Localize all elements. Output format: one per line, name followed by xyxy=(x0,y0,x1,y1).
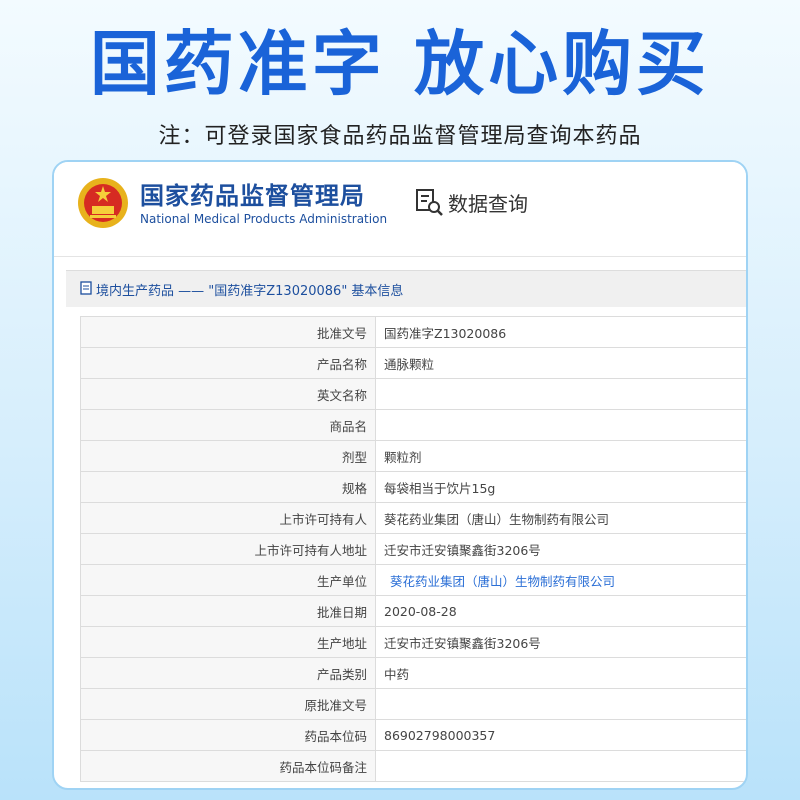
row-label: 批准文号 xyxy=(80,316,376,348)
table-row: 英文名称 xyxy=(80,378,746,410)
row-value xyxy=(375,409,746,441)
row-value: 每袋相当于饮片15g xyxy=(375,471,746,503)
table-row: 原批准文号 xyxy=(80,688,746,720)
row-label: 生产地址 xyxy=(80,626,376,658)
table-row: 上市许可持有人 葵花药业集团（唐山）生物制药有限公司 xyxy=(80,502,746,534)
row-value: 中药 xyxy=(375,657,746,689)
drug-info-table: 批准文号 国药准字Z13020086 产品名称 通脉颗粒 英文名称 商品名 剂型 颗粒… xyxy=(80,316,746,782)
table-row: 批准文号 国药准字Z13020086 xyxy=(80,316,746,348)
row-value: 86902798000357 xyxy=(375,719,746,751)
row-value: 通脉颗粒 xyxy=(375,347,746,379)
table-row: 生产单位 葵花药业集团（唐山）生物制药有限公司 xyxy=(80,564,746,596)
section-title: 境内生产药品 —— "国药准字Z13020086" 基本信息 xyxy=(96,284,404,299)
row-label: 产品名称 xyxy=(80,347,376,379)
national-emblem-icon xyxy=(78,178,128,228)
document-icon xyxy=(80,281,92,295)
site-header: 国家药品监督管理局 National Medical Products Admi… xyxy=(54,162,746,257)
row-value: 葵花药业集团（唐山）生物制药有限公司 xyxy=(375,502,746,534)
query-note: 注：可登录国家食品药品监督管理局查询本药品 xyxy=(158,124,642,149)
row-label: 英文名称 xyxy=(80,378,376,410)
manufacturer-link[interactable]: 葵花药业集团（唐山）生物制药有限公司 xyxy=(375,564,746,596)
nmpa-screenshot-card: 国家药品监督管理局 National Medical Products Admi… xyxy=(52,160,748,790)
site-name-en: National Medical Products Administration xyxy=(140,212,388,226)
data-query-button[interactable]: 数据查询 xyxy=(414,186,528,218)
row-value xyxy=(375,750,746,782)
row-value: 迁安市迁安镇聚鑫街3206号 xyxy=(375,626,746,658)
table-row: 药品本位码 86902798000357 xyxy=(80,719,746,751)
row-value xyxy=(375,378,746,410)
site-name-cn: 国家药品监督管理局 xyxy=(140,182,365,210)
table-row: 批准日期 2020-08-28 xyxy=(80,595,746,627)
table-row: 规格 每袋相当于饮片15g xyxy=(80,471,746,503)
row-label: 生产单位 xyxy=(80,564,376,596)
table-row: 上市许可持有人地址 迁安市迁安镇聚鑫街3206号 xyxy=(80,533,746,565)
table-row: 产品名称 通脉颗粒 xyxy=(80,347,746,379)
row-label: 药品本位码 xyxy=(80,719,376,751)
table-row: 药品本位码备注 xyxy=(80,750,746,782)
table-row: 剂型 颗粒剂 xyxy=(80,440,746,472)
row-label: 剂型 xyxy=(80,440,376,472)
table-row: 生产地址 迁安市迁安镇聚鑫街3206号 xyxy=(80,626,746,658)
row-value: 迁安市迁安镇聚鑫街3206号 xyxy=(375,533,746,565)
row-label: 产品类别 xyxy=(80,657,376,689)
row-label: 商品名 xyxy=(80,409,376,441)
table-row: 商品名 xyxy=(80,409,746,441)
row-label: 规格 xyxy=(80,471,376,503)
row-label: 上市许可持有人地址 xyxy=(80,533,376,565)
row-label: 批准日期 xyxy=(80,595,376,627)
row-value xyxy=(375,688,746,720)
row-value: 2020-08-28 xyxy=(375,595,746,627)
row-value: 国药准字Z13020086 xyxy=(375,316,746,348)
headline: 国药准字 放心购买 xyxy=(89,23,711,105)
row-label: 药品本位码备注 xyxy=(80,750,376,782)
table-row: 产品类别 中药 xyxy=(80,657,746,689)
row-value: 颗粒剂 xyxy=(375,440,746,472)
row-label: 上市许可持有人 xyxy=(80,502,376,534)
section-header: 境内生产药品 —— "国药准字Z13020086" 基本信息 xyxy=(66,270,746,307)
document-search-icon xyxy=(416,189,443,216)
row-label: 原批准文号 xyxy=(80,688,376,720)
data-query-label: 数据查询 xyxy=(448,191,528,216)
